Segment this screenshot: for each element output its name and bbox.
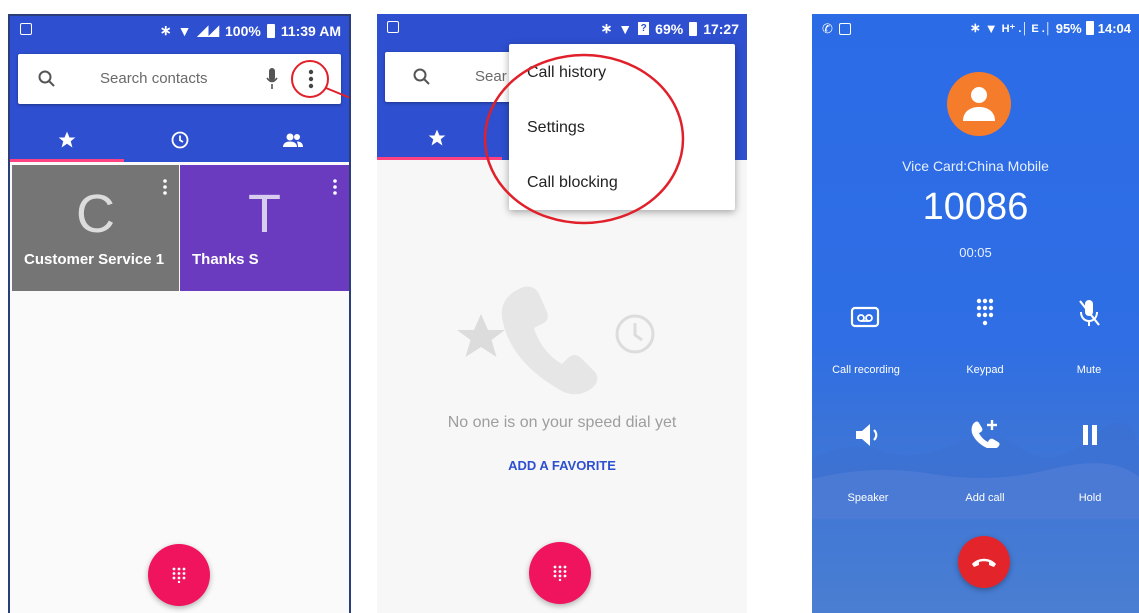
add-favorite-link[interactable]: ADD A FAVORITE — [377, 458, 747, 473]
people-icon — [282, 133, 303, 147]
phone-dialer-favorites: ∗ ▼ ◢◢ 100% 11:39 AM Search contacts C C… — [8, 14, 351, 613]
search-icon[interactable] — [38, 70, 56, 88]
wifi-icon: ▼ — [618, 20, 633, 37]
mute-icon[interactable] — [1078, 298, 1100, 328]
tile-initial: C — [76, 184, 115, 244]
gallery-notification-icon — [387, 21, 399, 33]
tab-favorites[interactable] — [10, 120, 123, 160]
call-number: 10086 — [922, 186, 1029, 228]
annotation-circle — [291, 60, 349, 99]
tile-name: Thanks S — [192, 251, 259, 268]
status-bar: ∗ ▼ ? 69% 17:27 — [377, 14, 747, 44]
control-label: Keypad — [966, 364, 1004, 376]
status-time: 11:39 AM — [280, 22, 341, 39]
status-time: 14:04 — [1097, 20, 1131, 36]
favorite-tile[interactable]: T Thanks S — [180, 165, 349, 291]
wifi-icon: ▼ — [984, 20, 998, 36]
control-label: Speaker — [847, 492, 889, 504]
empty-state-message: No one is on your speed dial yet — [447, 414, 677, 431]
keypad-icon[interactable] — [976, 298, 994, 328]
mic-icon[interactable] — [266, 68, 278, 90]
gallery-notification-icon — [20, 23, 32, 35]
battery-percent: 100% — [225, 22, 261, 39]
speaker-icon[interactable] — [854, 422, 884, 448]
star-icon — [58, 131, 75, 148]
contact-avatar — [947, 72, 1011, 136]
status-bar: ∗ ▼ ◢◢ 100% 11:39 AM — [10, 16, 349, 46]
sim-icon: ? — [638, 22, 650, 35]
star-icon — [428, 129, 446, 146]
search-input[interactable]: Search contacts — [100, 70, 208, 87]
control-label: Add call — [965, 492, 1005, 504]
dialpad-icon — [553, 565, 567, 581]
tab-contacts[interactable] — [236, 120, 349, 160]
call-duration: 00:05 — [959, 245, 992, 260]
end-call-button[interactable] — [958, 536, 1010, 588]
dialpad-fab[interactable] — [529, 542, 591, 604]
annotation-ellipse — [483, 53, 685, 225]
signal-icon: ◢◢ — [197, 22, 219, 38]
dialpad-icon — [172, 567, 186, 583]
add-call-icon[interactable] — [970, 418, 1000, 448]
clock-icon — [171, 131, 188, 149]
tab-bar — [10, 120, 349, 160]
tile-menu-icon[interactable] — [333, 179, 337, 195]
favorite-tile[interactable]: C Customer Service 1 — [12, 165, 179, 291]
hold-icon[interactable] — [1082, 424, 1098, 446]
control-label: Call recording — [832, 364, 900, 376]
speed-dial-empty-illustration — [457, 286, 655, 395]
bluetooth-icon: ∗ — [969, 20, 981, 35]
battery-icon — [689, 21, 698, 36]
tile-initial: T — [248, 184, 281, 244]
battery-icon — [1085, 21, 1094, 35]
wifi-icon: ▼ — [177, 22, 192, 39]
search-icon[interactable] — [413, 68, 431, 86]
tile-name: Customer Service 1 — [24, 251, 165, 268]
bluetooth-icon: ∗ — [600, 20, 613, 36]
tab-favorites[interactable] — [377, 118, 497, 158]
battery-percent: 69% — [655, 20, 684, 37]
dialpad-fab[interactable] — [148, 544, 210, 606]
network-indicators: H⁺ .│ E .│ — [1001, 22, 1052, 35]
control-label: Mute — [1076, 364, 1102, 376]
status-bar: ✆ ∗ ▼ H⁺ .│ E .│ 95% 14:04 — [812, 14, 1139, 44]
gallery-notification-icon — [838, 23, 851, 35]
tab-indicator — [10, 159, 124, 162]
app-bar: ∗ ▼ ◢◢ 100% 11:39 AM Search contacts — [10, 16, 349, 162]
tile-menu-icon[interactable] — [163, 179, 167, 195]
call-recording-icon[interactable] — [850, 306, 880, 328]
phone-in-call: ✆ ∗ ▼ H⁺ .│ E .│ 95% 14:04 Vice Card:Chi… — [812, 14, 1139, 613]
search-bar[interactable]: Search contacts — [18, 54, 349, 104]
carrier-label: Vice Card:China Mobile — [902, 158, 1049, 174]
tab-bar — [377, 118, 497, 158]
control-label: Hold — [1078, 492, 1102, 504]
battery-icon — [266, 23, 275, 38]
battery-percent: 95% — [1055, 20, 1082, 36]
hang-up-icon — [972, 558, 996, 567]
call-status-icon: ✆ — [822, 21, 833, 36]
status-time: 17:27 — [703, 20, 739, 37]
person-icon — [963, 87, 995, 121]
phone-dialer-menu-open: ∗ ▼ ? 69% 17:27 Sear Call history Settin… — [377, 14, 747, 613]
bluetooth-icon: ∗ — [159, 22, 172, 38]
tab-recents[interactable] — [123, 120, 236, 160]
